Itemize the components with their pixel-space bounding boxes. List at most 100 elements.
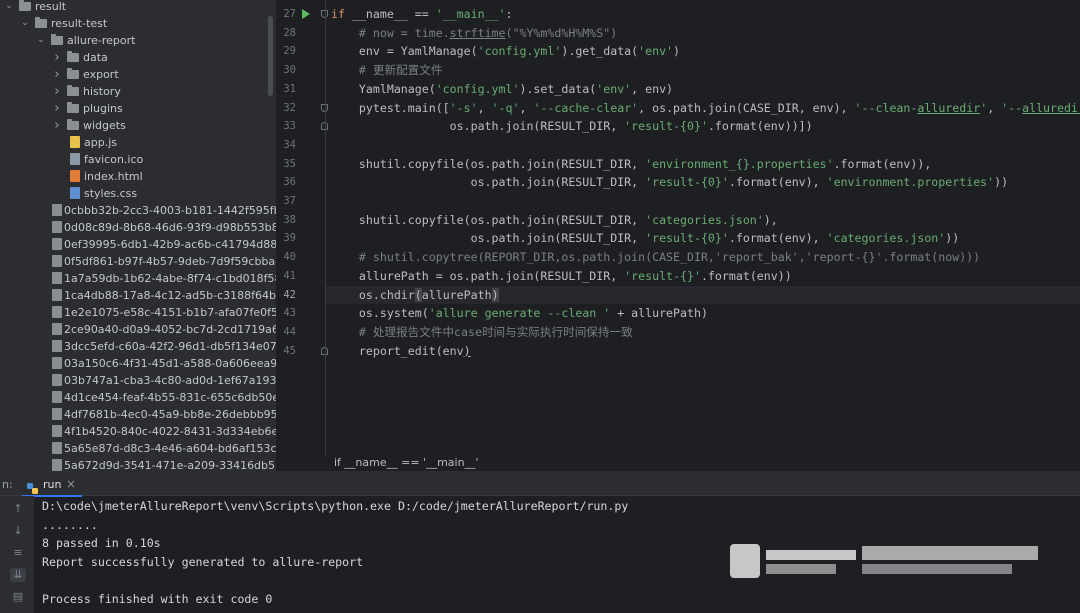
tree-file[interactable]: 4f1b4520-840c-4022-8431-3d334eb6e7e5-r <box>0 423 276 440</box>
tree-folder[interactable]: › data <box>0 49 276 66</box>
tree-item-label: result <box>35 0 67 13</box>
scroll-to-end-icon[interactable]: ⇊ <box>10 568 26 582</box>
tree-file[interactable]: 0d08c89d-8b68-46d6-93f9-d98b553b8285-c <box>0 219 276 236</box>
tree-folder[interactable]: ⌄ allure-report <box>0 32 276 49</box>
close-icon[interactable]: × <box>66 477 76 491</box>
code-line[interactable]: os.system('allure generate --clean ' + a… <box>326 304 708 323</box>
line-number: 35 <box>283 157 296 170</box>
tree-folder[interactable]: › export <box>0 66 276 83</box>
arrow-up-icon[interactable]: ↑ <box>10 502 26 516</box>
panel-side-label: n: <box>2 478 13 491</box>
tree-item-label: 4df7681b-4ec0-45a9-bb8e-26debbb95007-c <box>64 408 276 421</box>
code-line[interactable]: os.chdir(allurePath) <box>326 286 499 305</box>
folder-icon <box>19 0 31 11</box>
tree-item-label: styles.css <box>84 187 138 200</box>
blurred-watermark <box>730 540 1045 582</box>
file-file-icon <box>52 272 62 284</box>
file-file-icon <box>52 221 62 233</box>
breadcrumb[interactable]: if __name__ == '__main__' <box>276 455 1080 471</box>
code-line[interactable]: # 更新配置文件 <box>326 61 443 80</box>
code-line[interactable]: # now = time.strftime("%Y%m%d%H%M%S") <box>326 24 617 43</box>
soft-wrap-icon[interactable]: ≡ <box>10 546 26 560</box>
file-file-icon <box>52 306 62 318</box>
tree-file[interactable]: 3dcc5efd-c60a-42f2-96d1-db5f134e0792-cc <box>0 338 276 355</box>
tree-item-label: app.js <box>84 136 117 149</box>
code-line[interactable]: shutil.copyfile(os.path.join(RESULT_DIR,… <box>326 211 778 230</box>
tree-item-label: 5a672d9d-3541-471e-a209-33416db5194a- <box>64 459 276 471</box>
tree-file[interactable]: 1ca4db88-17a8-4c12-ad5b-c3188f64b420-c <box>0 287 276 304</box>
chevron-down-icon[interactable]: ⌄ <box>20 15 30 32</box>
chevron-down-icon[interactable]: ⌄ <box>36 32 46 49</box>
tree-file[interactable]: 1e2e1075-e58c-4151-b1b7-afa07fe0f57c-cc <box>0 304 276 321</box>
tree-file[interactable]: 03b747a1-cba3-4c80-ad0d-1ef67a193332-c <box>0 372 276 389</box>
run-panel[interactable]: n: run × ↑ ↓ ≡ ⇊ ▤ D:\code\jmeterAllureR… <box>0 475 1080 613</box>
line-number: 31 <box>283 82 296 95</box>
tree-item-label: 5a65e87d-d8c3-4e46-a604-bd6af153c73c-c <box>64 442 276 455</box>
print-icon[interactable]: ▤ <box>10 590 26 604</box>
tree-item-label: 0d08c89d-8b68-46d6-93f9-d98b553b8285-c <box>64 221 276 234</box>
chevron-down-icon[interactable]: ⌄ <box>4 0 14 15</box>
tree-file[interactable]: 5a672d9d-3541-471e-a209-33416db5194a- <box>0 457 276 471</box>
tree-file[interactable]: index.html <box>0 168 276 185</box>
tree-file[interactable]: 5a65e87d-d8c3-4e46-a604-bd6af153c73c-c <box>0 440 276 457</box>
tree-file[interactable]: favicon.ico <box>0 151 276 168</box>
run-arrow-icon[interactable] <box>302 9 310 19</box>
chevron-right-icon[interactable]: › <box>52 66 62 83</box>
tree-item-label: 4d1ce454-feaf-4b55-831c-655c6db50e0c-a <box>64 391 276 404</box>
code-line[interactable]: # shutil.copytree(REPORT_DIR,os.path.joi… <box>326 248 980 267</box>
tree-file[interactable]: styles.css <box>0 185 276 202</box>
folder-icon <box>67 51 79 62</box>
tree-item-label: 03a150c6-4f31-45d1-a588-0a606eea903a-c <box>64 357 276 370</box>
code-line[interactable] <box>326 192 331 211</box>
file-file-icon <box>52 340 62 352</box>
line-number: 32 <box>283 101 296 114</box>
code-line[interactable]: os.path.join(RESULT_DIR, 'result-{0}'.fo… <box>326 173 1009 192</box>
code-line[interactable] <box>326 136 331 155</box>
tree-file[interactable]: 4df7681b-4ec0-45a9-bb8e-26debbb95007-c <box>0 406 276 423</box>
chevron-right-icon[interactable]: › <box>52 49 62 66</box>
console-line: D:\code\jmeterAllureReport\venv\Scripts\… <box>42 499 629 513</box>
project-tree[interactable]: ⌄ result ⌄ result-test ⌄ allure-report › data › e… <box>0 0 276 471</box>
tree-folder[interactable]: › widgets <box>0 117 276 134</box>
chevron-right-icon[interactable]: › <box>52 83 62 100</box>
line-number: 42 <box>283 288 296 301</box>
code-line[interactable]: if __name__ == '__main__': <box>326 5 513 24</box>
file-file-icon <box>52 374 62 386</box>
code-line[interactable]: env = YamlManage('config.yml').get_data(… <box>326 42 680 61</box>
tree-file[interactable]: 0ef39995-6db1-42b9-ac6b-c41794d88520-c <box>0 236 276 253</box>
tree-folder[interactable]: ⌄ result-test <box>0 15 276 32</box>
code-line[interactable]: allurePath = os.path.join(RESULT_DIR, 'r… <box>326 267 792 286</box>
file-file-icon <box>52 357 62 369</box>
code-line[interactable]: report_edit(env) <box>326 342 471 361</box>
tab-run-label: run <box>43 478 62 491</box>
folder-icon <box>67 119 79 130</box>
tree-file[interactable]: 2ce90a40-d0a9-4052-bc7d-2cd1719a6189-c <box>0 321 276 338</box>
code-editor[interactable]: 27 28 29 30 31 32 33 34 35 36 37 38 39 40 41 42 43 44 45 i… <box>276 0 1080 471</box>
folder-icon <box>67 102 79 113</box>
tree-item-label: 1e2e1075-e58c-4151-b1b7-afa07fe0f57c-cc <box>64 306 276 319</box>
tree-file[interactable]: 1a7a59db-1b62-4abe-8f74-c1bd018f58b5-c <box>0 270 276 287</box>
tree-scrollbar[interactable] <box>268 16 273 96</box>
code-line[interactable]: # 处理报告文件中case时间与实际执行时间保持一致 <box>326 323 633 342</box>
tree-folder[interactable]: › history <box>0 83 276 100</box>
line-number: 40 <box>283 251 296 264</box>
tree-file[interactable]: 03a150c6-4f31-45d1-a588-0a606eea903a-c <box>0 355 276 372</box>
arrow-down-icon[interactable]: ↓ <box>10 524 26 538</box>
tree-file[interactable]: 0cbbb32b-2cc3-4003-b181-1442f595fb89-c <box>0 202 276 219</box>
chevron-right-icon[interactable]: › <box>52 117 62 134</box>
tree-item-label: 0cbbb32b-2cc3-4003-b181-1442f595fb89-c <box>64 204 276 217</box>
tree-file[interactable]: app.js <box>0 134 276 151</box>
code-line[interactable]: YamlManage('config.yml').set_data('env',… <box>326 80 673 99</box>
tree-file[interactable]: 0f5df861-b97f-4b57-9deb-7d9f59cbba44-cc <box>0 253 276 270</box>
tree-folder[interactable]: ⌄ result <box>0 0 276 15</box>
code-line[interactable]: os.path.join(RESULT_DIR, 'result-{0}'.fo… <box>326 117 813 136</box>
tree-folder[interactable]: › plugins <box>0 100 276 117</box>
code-line[interactable]: shutil.copyfile(os.path.join(RESULT_DIR,… <box>326 155 931 174</box>
breadcrumb-label[interactable]: if __name__ == '__main__' <box>334 456 479 469</box>
tree-file[interactable]: 4d1ce454-feaf-4b55-831c-655c6db50e0c-a <box>0 389 276 406</box>
chevron-right-icon[interactable]: › <box>52 100 62 117</box>
tree-item-label: 4f1b4520-840c-4022-8431-3d334eb6e7e5-r <box>64 425 276 438</box>
code-line[interactable]: pytest.main(['-s', '-q', '--cache-clear'… <box>326 99 1080 118</box>
tab-run[interactable]: run × <box>22 475 82 497</box>
code-line[interactable]: os.path.join(RESULT_DIR, 'result-{0}'.fo… <box>326 229 960 248</box>
